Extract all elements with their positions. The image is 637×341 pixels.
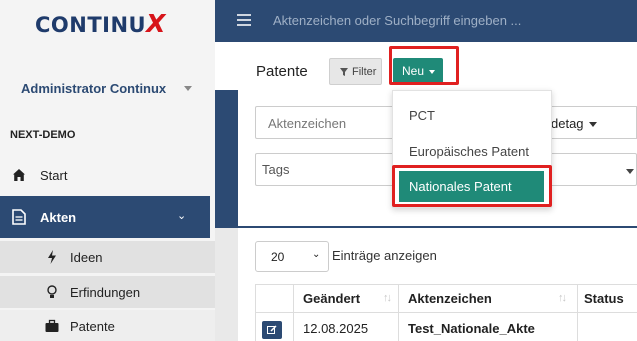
- column-header-status[interactable]: Status: [584, 291, 624, 306]
- column-header-changed[interactable]: Geändert: [303, 291, 360, 306]
- sidebar-item-start[interactable]: Start: [0, 160, 215, 192]
- sidebar-item-patente[interactable]: Patente: [0, 310, 215, 341]
- filter-button[interactable]: Filter: [329, 58, 382, 85]
- top-bar: Aktenzeichen oder Suchbegriff eingeben .…: [215, 0, 637, 42]
- sort-icon[interactable]: ↑↓: [558, 292, 567, 304]
- logo[interactable]: CONTINUX: [35, 9, 166, 38]
- edit-button[interactable]: [262, 321, 282, 339]
- filter-icon: [340, 68, 348, 76]
- briefcase-icon: [45, 319, 59, 332]
- hamburger-menu-icon[interactable]: [237, 14, 251, 26]
- menu-item-pct[interactable]: PCT: [409, 108, 435, 123]
- sidebar-item-label: Start: [40, 168, 68, 183]
- cell-changed: 12.08.2025: [303, 321, 369, 336]
- highlight-box: [392, 165, 552, 207]
- cell-aktenzeichen[interactable]: Test_Nationale_Akte: [408, 321, 535, 336]
- menu-item-european-patent[interactable]: Europäisches Patent: [409, 144, 529, 159]
- sidebar-item-label: Akten: [40, 210, 77, 225]
- sidebar-item-label: Patente: [70, 319, 115, 334]
- global-search-input[interactable]: Aktenzeichen oder Suchbegriff eingeben .…: [273, 13, 521, 28]
- chevron-down-icon: ⌄: [312, 249, 321, 260]
- sidebar-item-akten[interactable]: Akten ⌄: [0, 196, 210, 238]
- user-menu[interactable]: Administrator Continux: [21, 81, 166, 96]
- edit-icon: [267, 325, 277, 334]
- document-icon: [12, 209, 26, 225]
- bolt-icon: [48, 250, 56, 264]
- date-dropdown[interactable]: detag: [540, 106, 637, 139]
- page-length-label: Einträge anzeigen: [332, 248, 437, 263]
- caret-down-icon: [589, 122, 597, 127]
- sidebar-item-erfindungen[interactable]: Erfindungen: [0, 276, 215, 308]
- environment-label: NEXT-DEMO: [10, 129, 76, 141]
- aktenzeichen-input[interactable]: Aktenzeichen: [255, 106, 395, 139]
- table-header: Geändert ↑↓ Aktenzeichen ↑↓ Status: [255, 284, 637, 341]
- sort-icon[interactable]: ↑↓: [383, 292, 392, 304]
- lightbulb-icon: [47, 285, 57, 298]
- caret-down-icon: [626, 169, 634, 174]
- highlight-box: [389, 46, 459, 85]
- sidebar-item-label: Ideen: [70, 250, 103, 265]
- chevron-down-icon: ⌄: [177, 210, 187, 222]
- sidebar-item-label: Erfindungen: [70, 285, 141, 300]
- home-icon: [13, 169, 25, 181]
- page-length-select[interactable]: 20 ⌄: [255, 241, 329, 272]
- table-row[interactable]: 12.08.2025 Test_Nationale_Akte: [255, 313, 637, 341]
- sidebar-item-ideen[interactable]: Ideen: [0, 241, 215, 273]
- column-header-aktenzeichen[interactable]: Aktenzeichen: [408, 291, 492, 306]
- page-title: Patente: [256, 63, 308, 80]
- caret-down-icon[interactable]: [184, 86, 192, 91]
- sidebar: CONTINUX Administrator Continux NEXT-DEM…: [0, 0, 215, 341]
